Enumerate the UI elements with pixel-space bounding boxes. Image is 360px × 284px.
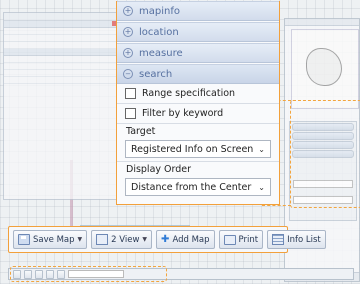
add-map-label: Add Map [172,234,210,245]
main-toolbar: Save Map ▼ 2 View ▼ ✚ Add Map Print Info… [8,226,326,253]
window-titlebar [285,19,359,26]
region-outline [306,48,342,86]
address-bar [4,13,118,21]
accordion-search[interactable]: − search [117,64,279,84]
highlight-callout [290,100,360,208]
target-select[interactable]: Registered Info on Screen ⌄ [125,140,271,158]
display-order-label: Display Order [126,164,192,175]
print-label: Print [238,234,259,245]
view-label: 2 View [111,234,140,245]
target-select-value: Registered Info on Screen [131,143,254,155]
filter-keyword-row[interactable]: Filter by keyword [117,104,279,124]
range-specification-row[interactable]: Range specification [117,84,279,104]
save-map-label: Save Map [33,234,75,245]
overview-map[interactable] [291,29,359,109]
accordion-label: mapinfo [139,5,180,17]
chevron-down-icon: ⌄ [258,144,265,154]
minus-circle-icon: − [123,69,133,79]
legend-row[interactable] [4,63,118,70]
split-view-icon [96,234,109,245]
filter-keyword-label: Filter by keyword [142,108,224,119]
legend-row[interactable] [4,56,118,63]
add-map-button[interactable]: ✚ Add Map [156,230,215,249]
accordion-label: location [139,26,179,38]
search-accordion-panel: + mapinfo + location + measure − search … [116,1,280,205]
accordion-measure[interactable]: + measure [117,43,279,63]
dropdown-caret-icon: ▼ [77,236,83,243]
info-list-label: Info List [287,234,321,245]
target-label: Target [126,126,156,137]
legend-row[interactable] [4,28,118,35]
dropdown-caret-icon: ▼ [142,236,148,243]
accordion-label: measure [139,47,183,59]
view-button[interactable]: 2 View ▼ [91,230,153,249]
save-icon [18,234,30,245]
plus-circle-icon: + [123,6,133,16]
display-order-select-value: Distance from the Center [131,181,252,193]
legend-row[interactable] [4,70,118,77]
legend-row[interactable] [4,35,118,42]
plus-circle-icon: + [123,48,133,58]
legend-row[interactable] [4,77,118,84]
print-button[interactable]: Print [218,230,264,249]
range-specification-checkbox[interactable] [125,88,136,99]
chevron-down-icon: ⌄ [258,182,265,192]
accordion-mapinfo[interactable]: + mapinfo [117,1,279,21]
plus-circle-icon: + [123,27,133,37]
plus-icon: ✚ [161,233,170,245]
display-order-select[interactable]: Distance from the Center ⌄ [125,178,271,196]
save-map-button[interactable]: Save Map ▼ [13,230,88,249]
legend-header [4,21,118,28]
legend-section-header [4,49,118,56]
callout-connector [262,205,291,206]
accordion-location[interactable]: + location [117,22,279,42]
info-list-button[interactable]: Info List [267,230,326,249]
filter-keyword-checkbox[interactable] [125,108,136,119]
print-icon [223,234,236,245]
list-icon [272,234,285,245]
range-specification-label: Range specification [142,88,236,99]
accordion-label: search [139,68,173,80]
toolbar-highlight-callout [10,266,167,282]
legend-panel [3,12,119,200]
legend-row[interactable] [4,42,118,49]
